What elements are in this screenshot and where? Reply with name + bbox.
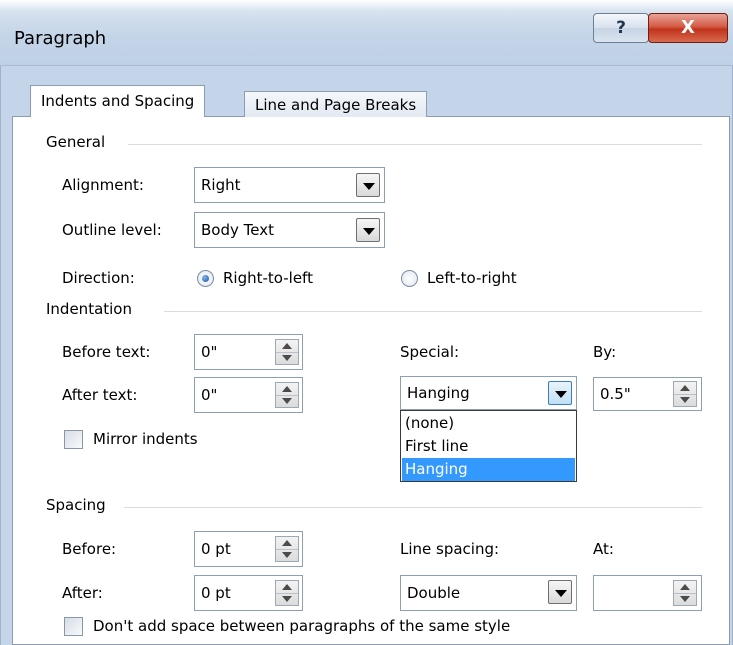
spacing-before-spinner[interactable] (275, 536, 299, 562)
help-button[interactable]: ? (593, 13, 649, 43)
spacing-before-label: Before: (62, 540, 117, 558)
by-value: 0.5" (600, 385, 631, 403)
line-spacing-label: Line spacing: (400, 540, 500, 558)
title-bar-edge (0, 0, 733, 10)
alignment-value: Right (201, 176, 241, 194)
at-label: At: (593, 540, 614, 558)
spacing-before-value: 0 pt (201, 540, 231, 558)
before-text-value: 0" (201, 343, 218, 361)
line-spacing-dropdown-button[interactable] (548, 580, 572, 604)
after-text-value: 0" (201, 386, 218, 404)
right-to-left-label[interactable]: Right-to-left (223, 269, 313, 287)
indentation-heading: Indentation (46, 300, 132, 318)
dialog-title: Paragraph (14, 28, 107, 49)
help-icon: ? (616, 18, 626, 38)
special-option-hanging[interactable]: Hanging (402, 458, 575, 481)
general-divider (128, 144, 702, 145)
radio-left-to-right[interactable] (401, 270, 418, 287)
after-text-spinner[interactable] (275, 382, 299, 408)
outline-level-label: Outline level: (62, 221, 162, 239)
alignment-dropdown-button[interactable] (356, 173, 380, 197)
special-option-first-line[interactable]: First line (402, 435, 575, 458)
spacing-heading: Spacing (46, 496, 106, 514)
by-label: By: (593, 343, 617, 361)
before-text-spinner[interactable] (275, 339, 299, 365)
special-value: Hanging (407, 384, 470, 402)
alignment-label: Alignment: (62, 176, 144, 194)
at-spinner[interactable] (673, 580, 697, 606)
special-option-none[interactable]: (none) (402, 412, 575, 435)
special-dropdown-list: (none) First line Hanging (400, 410, 577, 482)
close-button[interactable]: X (648, 13, 728, 43)
tab-line-and-page-breaks[interactable]: Line and Page Breaks (244, 91, 428, 117)
outline-level-dropdown-button[interactable] (356, 218, 380, 242)
spacing-divider (124, 507, 702, 508)
spacing-after-label: After: (62, 584, 103, 602)
spacing-after-value: 0 pt (201, 584, 231, 602)
tab-indents-and-spacing[interactable]: Indents and Spacing (30, 85, 206, 117)
close-icon: X (681, 17, 695, 38)
indentation-divider (164, 311, 702, 312)
before-text-label: Before text: (62, 343, 151, 361)
no-space-same-style-label[interactable]: Don't add space between paragraphs of th… (93, 617, 510, 635)
outline-level-value: Body Text (201, 221, 274, 239)
left-to-right-label[interactable]: Left-to-right (427, 269, 517, 287)
line-spacing-value: Double (407, 584, 461, 602)
special-label: Special: (400, 343, 460, 361)
no-space-same-style-checkbox[interactable] (64, 617, 83, 636)
general-heading: General (46, 133, 106, 151)
special-dropdown-button[interactable] (548, 381, 572, 405)
by-spinner[interactable] (673, 381, 697, 407)
spacing-after-spinner[interactable] (275, 580, 299, 606)
direction-label: Direction: (62, 269, 135, 287)
radio-right-to-left[interactable] (197, 270, 214, 287)
after-text-label: After text: (62, 386, 138, 404)
mirror-indents-label[interactable]: Mirror indents (93, 430, 198, 448)
mirror-indents-checkbox[interactable] (64, 430, 83, 449)
